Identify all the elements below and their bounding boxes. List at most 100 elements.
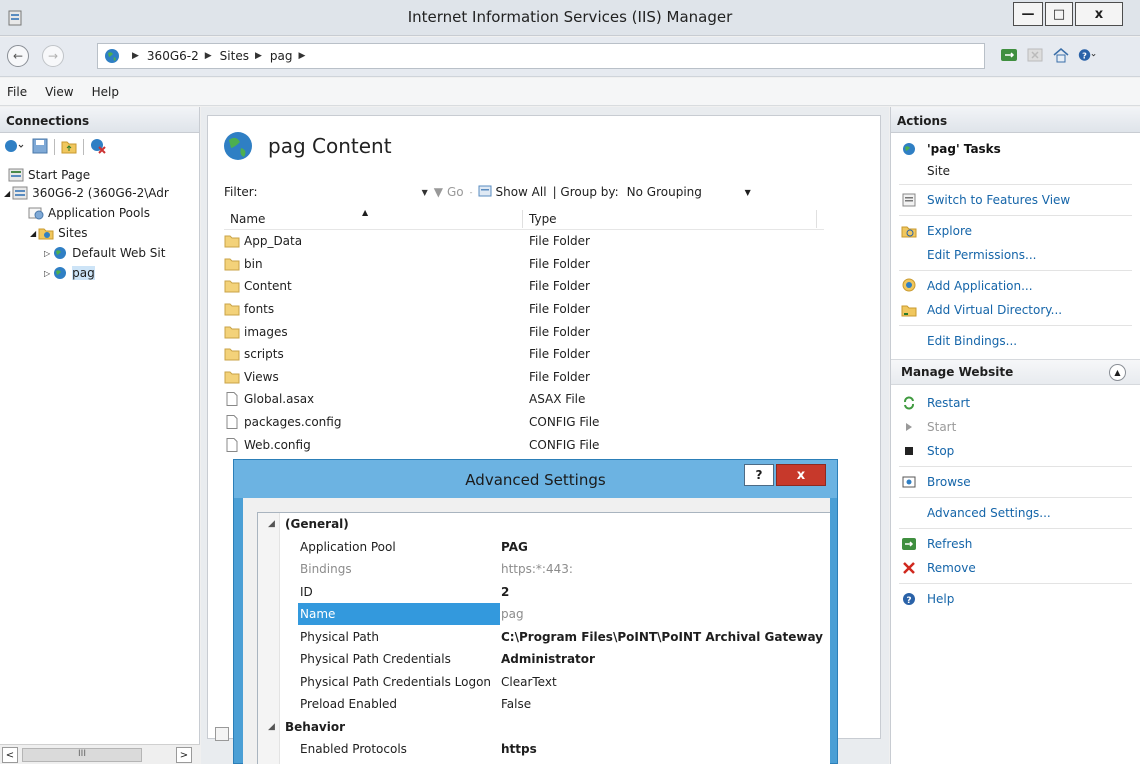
remove-link[interactable]: Remove xyxy=(891,556,1140,580)
forward-button[interactable]: → xyxy=(42,45,64,67)
file-row[interactable]: App_Data File Folder xyxy=(224,230,824,253)
file-row[interactable]: bin File Folder xyxy=(224,253,824,276)
file-row[interactable]: scripts File Folder xyxy=(224,343,824,366)
file-type: CONFIG File xyxy=(529,437,600,452)
property-row[interactable]: ID 2 xyxy=(258,581,830,604)
edit-bindings-link[interactable]: Edit Bindings... xyxy=(891,329,1140,353)
tree-item-label: Application Pools xyxy=(48,206,150,220)
property-row[interactable]: Name pag xyxy=(258,603,830,626)
save-icon[interactable] xyxy=(32,138,48,157)
expanded-arrow-icon[interactable]: ◢ xyxy=(268,722,275,732)
menu-help[interactable]: Help xyxy=(92,85,119,99)
switch-features-view-link[interactable]: Switch to Features View xyxy=(891,188,1140,212)
window-title: Internet Information Services (IIS) Mana… xyxy=(407,8,733,26)
breadcrumb[interactable]: ▶ 360G6-2 ▶ Sites ▶ pag ▶ xyxy=(97,43,985,69)
home-icon[interactable] xyxy=(1052,46,1070,64)
horizontal-scrollbar[interactable]: < III > xyxy=(0,744,200,764)
group-by-select[interactable]: No Grouping ▼ xyxy=(627,185,757,199)
column-header-name[interactable]: Name xyxy=(230,212,265,226)
browse-link[interactable]: Browse xyxy=(891,470,1140,494)
menu-view[interactable]: View xyxy=(45,85,73,99)
property-value: https xyxy=(501,742,537,757)
scroll-left-button[interactable]: < xyxy=(2,747,18,763)
expanded-arrow-icon[interactable]: ◢ xyxy=(268,519,275,529)
property-row[interactable]: Physical Path Credentials Administrator xyxy=(258,648,830,671)
property-row[interactable]: Preload Enabled False xyxy=(258,693,830,716)
disconnect-icon[interactable] xyxy=(90,138,106,157)
tree-item-app-pools[interactable]: Application Pools xyxy=(28,203,150,223)
column-divider[interactable] xyxy=(816,210,817,228)
folder-icon xyxy=(224,370,240,384)
scroll-thumb[interactable]: III xyxy=(22,748,142,762)
tree-item-server[interactable]: ◢ 360G6-2 (360G6-2\Adr xyxy=(4,183,169,203)
property-row[interactable]: Physical Path C:\Program Files\PoINT\PoIN… xyxy=(258,626,830,649)
file-type: File Folder xyxy=(529,279,590,294)
property-row[interactable]: Enabled Protocols https xyxy=(258,738,830,761)
file-row[interactable]: packages.config CONFIG File xyxy=(224,411,824,434)
help-icon[interactable]: ? xyxy=(1078,46,1096,64)
svg-text:?: ? xyxy=(906,596,911,606)
tree-item-pag[interactable]: ▷ pag xyxy=(44,263,95,283)
stop-link[interactable]: Stop xyxy=(891,439,1140,463)
breadcrumb-server[interactable]: 360G6-2 ▶ xyxy=(147,49,220,63)
property-row[interactable]: Bindings https:*:443: xyxy=(258,558,830,581)
divider xyxy=(899,325,1132,326)
menu-file[interactable]: File xyxy=(7,85,27,99)
refresh-icon[interactable] xyxy=(1000,46,1018,64)
add-application-link[interactable]: Add Application... xyxy=(891,274,1140,298)
start-link[interactable]: Start xyxy=(891,415,1140,439)
edit-bindings-label: Edit Bindings... xyxy=(927,334,1018,348)
show-all-button[interactable]: Show All xyxy=(495,185,546,199)
maximize-button[interactable]: □ xyxy=(1045,2,1073,26)
breadcrumb-label: Sites xyxy=(219,49,249,63)
filter-input[interactable] xyxy=(266,183,416,201)
tree-item-sites[interactable]: ◢ Sites xyxy=(30,223,87,243)
tree-item-default-web-site[interactable]: ▷ Default Web Sit xyxy=(44,243,165,263)
dialog-close-button[interactable]: x xyxy=(776,464,826,486)
site-subheading-label: Site xyxy=(927,164,951,178)
column-header-type[interactable]: Type xyxy=(529,212,557,226)
manage-website-header[interactable]: Manage Website ▲ xyxy=(891,359,1140,385)
breadcrumb-sites[interactable]: Sites ▶ xyxy=(220,49,270,63)
file-type: File Folder xyxy=(529,347,590,362)
go-button[interactable]: Go xyxy=(447,185,464,199)
edit-permissions-link[interactable]: Edit Permissions... xyxy=(891,243,1140,267)
chevron-up-icon[interactable]: ▲ xyxy=(1109,364,1126,381)
up-folder-icon[interactable] xyxy=(61,138,77,157)
property-row[interactable]: Application Pool PAG xyxy=(258,536,830,559)
help-link[interactable]: ? Help xyxy=(891,587,1140,611)
file-row[interactable]: Views File Folder xyxy=(224,366,824,389)
back-button[interactable]: ← xyxy=(7,45,29,67)
filter-bar: Filter: ▼ ▼ Go - Show All | Group by: No… xyxy=(208,180,880,204)
features-view-icon[interactable] xyxy=(215,727,229,741)
advanced-settings-link[interactable]: Advanced Settings... xyxy=(891,501,1140,525)
chevron-down-icon[interactable]: - xyxy=(470,188,473,197)
column-divider[interactable] xyxy=(522,210,523,228)
connections-header: Connections xyxy=(0,107,199,133)
connect-icon[interactable] xyxy=(4,138,26,157)
file-row[interactable]: fonts File Folder xyxy=(224,298,824,321)
scroll-right-button[interactable]: > xyxy=(176,747,192,763)
refresh-link[interactable]: Refresh xyxy=(891,532,1140,556)
close-window-button[interactable]: x xyxy=(1075,2,1123,26)
explore-link[interactable]: Explore xyxy=(891,219,1140,243)
minimize-button[interactable]: — xyxy=(1013,2,1043,26)
chevron-down-icon[interactable]: ▼ xyxy=(422,188,428,197)
file-row[interactable]: Global.asax ASAX File xyxy=(224,388,824,411)
property-category[interactable]: ◢ (General) xyxy=(258,513,830,536)
stop-icon[interactable] xyxy=(1026,46,1044,64)
dialog-help-button[interactable]: ? xyxy=(744,464,774,486)
file-row[interactable]: Web.config CONFIG File xyxy=(224,433,824,456)
property-category[interactable]: ◢ Behavior xyxy=(258,716,830,739)
tree-item-start-page[interactable]: Start Page xyxy=(8,165,90,185)
maximize-icon: □ xyxy=(1052,6,1066,22)
add-virtual-directory-link[interactable]: Add Virtual Directory... xyxy=(891,298,1140,322)
file-row[interactable]: images File Folder xyxy=(224,320,824,343)
dialog-title-bar[interactable]: Advanced Settings ? x xyxy=(234,460,837,498)
property-row[interactable]: Physical Path Credentials Logon ClearText xyxy=(258,671,830,694)
folder-icon xyxy=(224,325,240,339)
restart-link[interactable]: Restart xyxy=(891,391,1140,415)
crumb-arrow-icon: ▶ xyxy=(298,51,306,61)
breadcrumb-site[interactable]: pag ▶ xyxy=(270,49,314,63)
file-row[interactable]: Content File Folder xyxy=(224,275,824,298)
